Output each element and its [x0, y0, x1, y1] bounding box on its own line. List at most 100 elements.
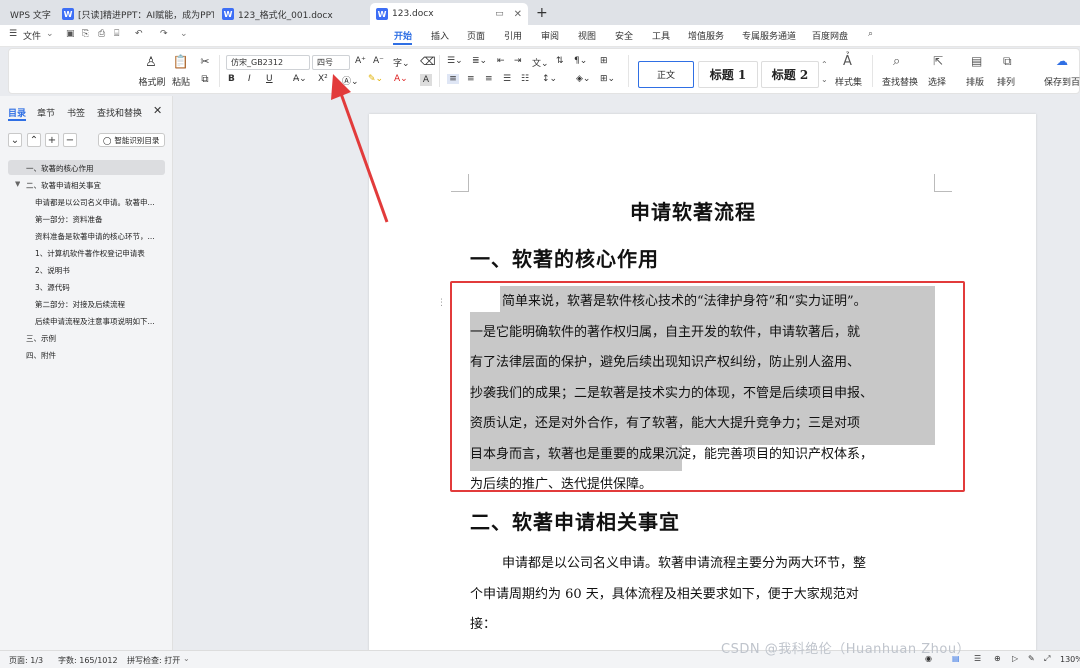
- tab-bookmarks[interactable]: 书签: [67, 106, 85, 119]
- arrange-button[interactable]: 排列: [997, 75, 1015, 88]
- page-indicator[interactable]: 页面: 1/3: [9, 655, 43, 666]
- toc-item[interactable]: 3、源代码: [35, 282, 70, 293]
- menu-review[interactable]: 审阅: [541, 29, 559, 42]
- chevron-down-icon[interactable]: ⌄: [46, 29, 54, 39]
- style-set-icon[interactable]: Ả: [843, 54, 852, 69]
- chevron-down-icon[interactable]: ⌄: [180, 29, 188, 39]
- toc-item[interactable]: 资料准备是软著申请的核心环节，...: [35, 231, 165, 242]
- menu-insert[interactable]: 插入: [431, 29, 449, 42]
- file-menu[interactable]: 文件: [23, 29, 41, 42]
- layout-icon[interactable]: ▤: [971, 54, 982, 68]
- format-painter-icon[interactable]: ♙: [140, 54, 162, 70]
- underline-button[interactable]: U: [266, 74, 273, 84]
- font-family-select[interactable]: 仿宋_GB2312: [226, 55, 310, 70]
- remove-heading-button[interactable]: −: [63, 133, 77, 147]
- italic-button[interactable]: I: [248, 74, 251, 84]
- undo-icon[interactable]: ↶: [135, 29, 143, 39]
- menu-security[interactable]: 安全: [615, 29, 633, 42]
- style-heading-2[interactable]: 标题 2: [761, 61, 819, 88]
- clear-format-icon[interactable]: ⌫: [420, 55, 436, 68]
- sort-icon[interactable]: ⇅: [556, 56, 564, 66]
- toc-item[interactable]: 第一部分：资料准备: [35, 214, 103, 225]
- toc-item[interactable]: 1、计算机软件著作权登记申请表: [35, 248, 145, 259]
- bold-button[interactable]: B: [228, 74, 235, 84]
- toc-item[interactable]: 后续申请流程及注意事项说明如下...: [35, 316, 165, 327]
- indent-icon[interactable]: ⇥: [514, 56, 522, 66]
- save-icon[interactable]: ▣: [66, 29, 75, 39]
- window-icon[interactable]: ▭: [495, 9, 504, 19]
- font-color-icon[interactable]: A⌄: [394, 74, 408, 84]
- show-marks-icon[interactable]: ¶⌄: [574, 56, 587, 66]
- smart-toc-button[interactable]: ◯ 智能识别目录: [98, 133, 165, 147]
- spell-check[interactable]: 拼写检查: 打开: [127, 655, 180, 666]
- align-right-icon[interactable]: ≡: [485, 74, 493, 84]
- menu-baidu-disk[interactable]: 百度网盘: [812, 29, 848, 42]
- toc-item[interactable]: 四、附件: [26, 350, 56, 361]
- menu-tools[interactable]: 工具: [652, 29, 670, 42]
- redo-icon[interactable]: ↷: [160, 29, 168, 39]
- strikethrough-icon[interactable]: A̶⌄: [293, 74, 307, 84]
- grow-font-icon[interactable]: A⁺: [355, 56, 366, 66]
- borders-icon[interactable]: ⊞⌄: [600, 74, 615, 84]
- style-set-button[interactable]: 样式集: [835, 75, 862, 88]
- collapse-button[interactable]: ⌄: [8, 133, 22, 147]
- menu-home[interactable]: 开始: [394, 29, 412, 42]
- outline-view-icon[interactable]: ☰: [974, 654, 981, 663]
- print-icon[interactable]: ⎙: [98, 29, 105, 39]
- tab-current-docx[interactable]: W 123.docx ▭ ✕: [370, 3, 528, 25]
- tab-wps-home[interactable]: WPS 文字: [4, 3, 54, 25]
- zoom-level[interactable]: 130%: [1060, 655, 1080, 664]
- menu-references[interactable]: 引用: [504, 29, 522, 42]
- toc-item[interactable]: 申请都是以公司名义申请。软著申...: [35, 197, 165, 208]
- char-shading-icon[interactable]: A: [420, 74, 432, 86]
- toc-item[interactable]: 一、软著的核心作用: [8, 160, 165, 175]
- line-spacing-icon[interactable]: ↕⌄: [542, 74, 557, 84]
- toc-item[interactable]: 第二部分：对接及后续流程: [35, 299, 125, 310]
- distributed-icon[interactable]: ☷: [521, 74, 529, 84]
- phonetic-icon[interactable]: 字⌄: [393, 56, 410, 69]
- scroll-up-icon[interactable]: ⌃: [821, 60, 828, 69]
- tab-chapters[interactable]: 章节: [37, 106, 55, 119]
- tab-formatted-docx[interactable]: W 123_格式化_001.docx: [216, 3, 368, 25]
- menu-exclusive-service[interactable]: 专属服务通道: [742, 29, 796, 42]
- tab-find-replace[interactable]: 查找和替换: [97, 106, 142, 119]
- outdent-icon[interactable]: ⇤: [497, 56, 505, 66]
- chinese-layout-icon[interactable]: 文⌄: [532, 56, 549, 69]
- close-icon[interactable]: ✕: [514, 9, 522, 20]
- find-replace-icon[interactable]: ⌕: [893, 54, 900, 69]
- bullets-icon[interactable]: ☰⌄: [447, 56, 463, 66]
- add-heading-button[interactable]: +: [45, 133, 59, 147]
- align-center-icon[interactable]: ≡: [467, 74, 475, 84]
- copy-icon[interactable]: ⧉: [198, 74, 212, 85]
- scroll-down-icon[interactable]: ⌄: [821, 75, 828, 84]
- word-count[interactable]: 字数: 165/1012: [58, 655, 118, 666]
- chevron-down-icon[interactable]: ▼: [15, 180, 20, 188]
- play-icon[interactable]: ▷: [1012, 654, 1018, 663]
- paragraph-settings-icon[interactable]: ⊞: [600, 56, 608, 66]
- save-to-baidu-button[interactable]: 保存到百度: [1044, 75, 1080, 88]
- toc-item[interactable]: 二、软著申请相关事宜: [26, 180, 101, 191]
- baidu-save-icon[interactable]: ☁: [1056, 54, 1068, 68]
- tab-ppt-readonly[interactable]: W [只读]精进PPT：AI赋能，成为PPT高: [56, 3, 214, 25]
- arrange-icon[interactable]: ⧉: [1003, 54, 1012, 69]
- search-icon[interactable]: ⌕: [868, 29, 873, 39]
- fit-icon[interactable]: ⤢: [1044, 654, 1050, 664]
- paste-icon[interactable]: 📋: [170, 54, 192, 70]
- numbering-icon[interactable]: ≣⌄: [472, 56, 487, 66]
- find-replace-button[interactable]: 查找替换: [882, 75, 918, 88]
- tab-toc[interactable]: 目录: [8, 106, 26, 119]
- toc-item[interactable]: 2、说明书: [35, 265, 70, 276]
- layout-button[interactable]: 排版: [966, 75, 984, 88]
- style-heading-1[interactable]: 标题 1: [698, 61, 758, 88]
- cursor-select-icon[interactable]: ⇱: [933, 54, 943, 68]
- chevron-down-icon[interactable]: ⌄: [183, 654, 190, 663]
- menu-page[interactable]: 页面: [467, 29, 485, 42]
- web-view-icon[interactable]: ⊕: [994, 654, 1001, 663]
- export-icon[interactable]: ⎘: [82, 29, 89, 39]
- print-preview-icon[interactable]: ⌸: [114, 29, 119, 39]
- menu-view[interactable]: 视图: [578, 29, 596, 42]
- format-painter-button[interactable]: 格式刷: [136, 75, 168, 88]
- eye-protect-icon[interactable]: ✎: [1028, 654, 1035, 663]
- toc-item[interactable]: 三、示例: [26, 333, 56, 344]
- close-icon[interactable]: ✕: [153, 104, 162, 117]
